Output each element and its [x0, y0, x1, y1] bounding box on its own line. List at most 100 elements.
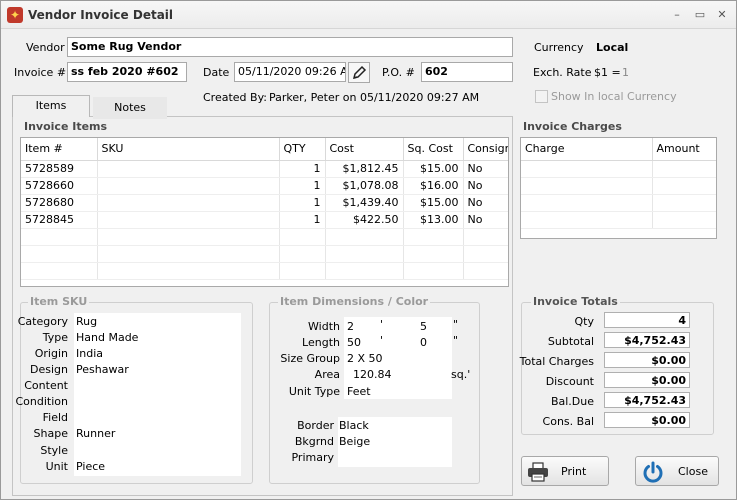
primary-label: Primary: [291, 451, 334, 464]
unit-label: Unit: [45, 460, 68, 473]
unit-type-label: Unit Type: [288, 385, 340, 398]
minimize-icon[interactable]: –: [669, 8, 685, 22]
design-value: Peshawar: [76, 363, 129, 376]
condition-label: Condition: [15, 395, 69, 408]
column-header-consigned[interactable]: Consigned: [463, 138, 508, 161]
cell-item: 5728660: [21, 177, 98, 195]
column-header-qty[interactable]: QTY: [279, 138, 326, 161]
cell-cost: $422.50: [325, 211, 404, 229]
invoice-charges-grid: Charge Amount: [520, 137, 717, 239]
print-button-label: Print: [561, 465, 587, 478]
cell-sq-cost: $16.00: [403, 177, 464, 195]
show-local-label: Show In local Currency: [551, 90, 677, 103]
column-header-amount[interactable]: Amount: [652, 138, 716, 161]
cell-sku: [97, 160, 280, 178]
table-row[interactable]: 5728589 1 $1,812.45 $15.00 No: [21, 160, 508, 178]
cell-consigned: No: [463, 177, 508, 195]
width-label: Width: [308, 320, 340, 333]
length-inch-value[interactable]: 0: [420, 336, 427, 349]
bal-due-value: $4,752.43: [604, 392, 690, 408]
cell-sku: [97, 211, 280, 229]
close-button[interactable]: Close: [635, 456, 719, 486]
po-label: P.O. #: [382, 66, 415, 79]
width-foot-mark: ': [380, 318, 384, 331]
vendor-field[interactable]: Some Rug Vendor: [67, 37, 513, 57]
exch-rate-prefix: $1 =: [594, 66, 621, 79]
printer-icon: [528, 462, 548, 482]
tab-notes[interactable]: Notes: [93, 97, 167, 119]
invoice-items-grid: Item # SKU QTY Cost Sq. Cost Consigned 5…: [20, 137, 509, 287]
cons-bal-value: $0.00: [604, 412, 690, 428]
shape-value: Runner: [76, 427, 116, 440]
size-group-value: 2 X 50: [347, 352, 383, 365]
total-qty-label: Qty: [574, 315, 594, 328]
edit-date-button[interactable]: [348, 62, 370, 83]
area-label: Area: [314, 368, 340, 381]
total-qty-value: 4: [604, 312, 690, 328]
tab-items[interactable]: Items: [12, 95, 90, 117]
close-window-icon[interactable]: ✕: [714, 8, 730, 22]
exch-rate-label: Exch. Rate: [533, 66, 592, 79]
width-feet-value[interactable]: 2: [347, 320, 354, 333]
origin-value: India: [76, 347, 103, 360]
close-button-label: Close: [678, 465, 708, 478]
cell-cost: $1,078.08: [325, 177, 404, 195]
cell-sku: [97, 194, 280, 212]
column-header-item[interactable]: Item #: [21, 138, 98, 161]
design-label: Design: [30, 363, 68, 376]
field-label: Field: [42, 411, 68, 424]
window-title: Vendor Invoice Detail: [28, 8, 174, 22]
column-header-cost[interactable]: Cost: [325, 138, 404, 161]
table-row[interactable]: 5728680 1 $1,439.40 $15.00 No: [21, 194, 508, 212]
empty-row: [521, 194, 716, 212]
area-value: 120.84: [353, 368, 392, 381]
cell-item: 5728845: [21, 211, 98, 229]
date-field[interactable]: 05/11/2020 09:26 AM: [234, 62, 346, 82]
width-inch-value[interactable]: 5: [420, 320, 427, 333]
cell-consigned: No: [463, 194, 508, 212]
unit-type-value: Feet: [347, 385, 371, 398]
type-label: Type: [42, 331, 68, 344]
bkgrnd-value: Beige: [339, 435, 371, 448]
date-label: Date: [203, 66, 230, 79]
total-charges-label: Total Charges: [519, 355, 594, 368]
po-field[interactable]: 602: [421, 62, 513, 82]
currency-label: Currency: [534, 41, 584, 54]
bal-due-label: Bal.Due: [550, 395, 594, 408]
discount-value: $0.00: [604, 372, 690, 388]
invoice-totals-title: Invoice Totals: [531, 295, 620, 308]
show-local-checkbox[interactable]: [535, 90, 548, 103]
cell-cost: $1,439.40: [325, 194, 404, 212]
power-icon: [643, 461, 663, 483]
area-unit: sq.': [451, 368, 471, 381]
item-dimensions-title: Item Dimensions / Color: [278, 295, 431, 308]
grid-header-row: Item # SKU QTY Cost Sq. Cost Consigned: [21, 138, 508, 161]
cell-item: 5728680: [21, 194, 98, 212]
length-feet-value[interactable]: 50: [347, 336, 361, 349]
cell-qty: 1: [279, 177, 326, 195]
cell-consigned: No: [463, 211, 508, 229]
empty-row: [21, 262, 508, 280]
content-label: Content: [24, 379, 68, 392]
cell-sku: [97, 177, 280, 195]
type-value: Hand Made: [76, 331, 139, 344]
empty-row: [21, 228, 508, 246]
column-header-charge[interactable]: Charge: [521, 138, 653, 161]
table-row[interactable]: 5728660 1 $1,078.08 $16.00 No: [21, 177, 508, 195]
table-row[interactable]: 5728845 1 $422.50 $13.00 No: [21, 211, 508, 229]
subtotal-value: $4,752.43: [604, 332, 690, 348]
border-label: Border: [297, 419, 334, 432]
size-group-label: Size Group: [280, 352, 340, 365]
cell-item: 5728589: [21, 160, 98, 178]
column-header-sq-cost[interactable]: Sq. Cost: [403, 138, 464, 161]
invoice-number-field[interactable]: ss feb 2020 #602: [67, 62, 187, 82]
charges-header-row: Charge Amount: [521, 138, 716, 161]
shape-label: Shape: [33, 427, 68, 440]
length-inch-mark: ": [453, 334, 459, 347]
width-inch-mark: ": [453, 318, 459, 331]
maximize-icon[interactable]: ▭: [692, 8, 708, 22]
cell-qty: 1: [279, 211, 326, 229]
print-button[interactable]: Print: [521, 456, 609, 486]
column-header-sku[interactable]: SKU: [97, 138, 280, 161]
discount-label: Discount: [545, 375, 594, 388]
